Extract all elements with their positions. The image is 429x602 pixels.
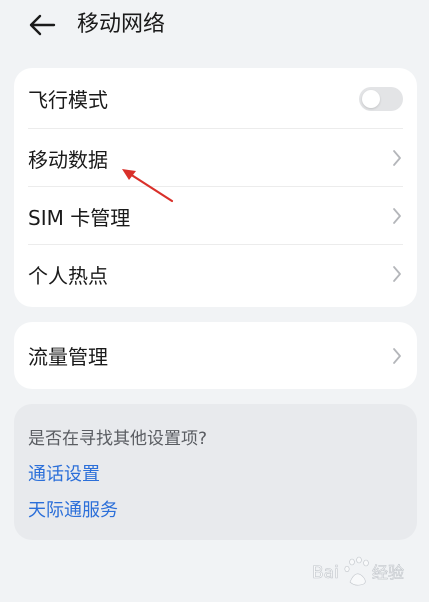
call-settings-link[interactable]: 通话设置 <box>28 460 100 486</box>
chevron-right-icon <box>391 149 403 167</box>
svg-text:经验: 经验 <box>372 563 404 582</box>
skytone-service-link[interactable]: 天际通服务 <box>28 496 118 522</box>
airplane-mode-toggle[interactable] <box>359 86 403 111</box>
suggestions-card: 是否在寻找其他设置项? 通话设置 天际通服务 <box>14 404 417 540</box>
traffic-management-label: 流量管理 <box>28 345 108 369</box>
airplane-mode-label: 飞行模式 <box>28 88 108 112</box>
back-button[interactable] <box>26 10 58 40</box>
suggestions-question: 是否在寻找其他设置项? <box>28 429 208 449</box>
traffic-management-card: 流量管理 <box>14 322 417 389</box>
personal-hotspot-label: 个人热点 <box>28 263 108 288</box>
airplane-mode-row[interactable]: 飞行模式 <box>14 68 417 129</box>
mobile-data-row[interactable]: 移动数据 <box>14 129 417 187</box>
toggle-knob <box>362 89 380 108</box>
network-settings-card: 飞行模式 移动数据 SIM 卡管理 个人热点 <box>14 68 417 307</box>
baidu-watermark-icon: Bai 经验 <box>312 556 404 586</box>
chevron-right-icon <box>391 347 403 365</box>
personal-hotspot-row[interactable]: 个人热点 <box>14 245 417 303</box>
chevron-right-icon <box>391 207 403 225</box>
app-header: 移动网络 <box>0 0 429 52</box>
traffic-management-row[interactable]: 流量管理 <box>14 322 417 389</box>
page-title: 移动网络 <box>77 12 166 37</box>
arrow-left-icon <box>29 14 56 36</box>
svg-text:Bai: Bai <box>312 563 339 583</box>
chevron-right-icon <box>391 265 403 283</box>
mobile-data-label: 移动数据 <box>28 147 108 172</box>
sim-card-management-row[interactable]: SIM 卡管理 <box>14 187 417 245</box>
sim-card-management-label: SIM 卡管理 <box>28 205 131 230</box>
